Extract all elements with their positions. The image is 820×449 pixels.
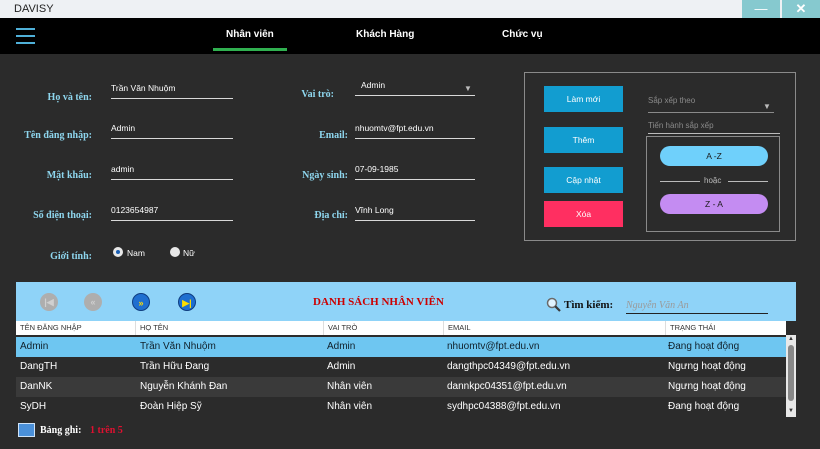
tab-employees[interactable]: Nhân viên <box>226 29 274 40</box>
password-field[interactable]: admin <box>111 162 233 180</box>
nav-bar: Nhân viên Khách Hàng Chức vụ <box>0 18 820 54</box>
table-header: TÊN ĐĂNG NHẬP HỌ TÊN VAI TRÒ EMAIL TRẠNG… <box>16 321 786 335</box>
active-tab-indicator <box>213 48 287 51</box>
gender-male-radio[interactable] <box>113 247 123 257</box>
cell-status: Ngưng hoạt động <box>668 381 746 392</box>
cell-status: Đang hoạt động <box>668 341 740 352</box>
column-header-role[interactable]: VAI TRÒ <box>324 321 444 335</box>
sort-by-dropdown[interactable]: Sắp xếp theo <box>648 96 774 113</box>
search-input[interactable] <box>626 297 768 314</box>
sort-by-placeholder: Sắp xếp theo <box>648 96 696 105</box>
first-page-icon[interactable]: |◀ <box>40 293 58 311</box>
column-header-fullname[interactable]: HỌ TÊN <box>136 321 324 335</box>
title-bar: DAVISY — ✕ <box>0 0 820 18</box>
gender-male-label: Nam <box>127 248 145 258</box>
cell-role: Admin <box>327 361 356 372</box>
column-header-status[interactable]: TRẠNG THÁI <box>666 321 786 335</box>
gender-female-label: Nữ <box>183 248 195 258</box>
sort-action-label: Tiến hành sắp xếp <box>648 121 780 134</box>
next-page-icon[interactable]: » <box>132 293 150 311</box>
add-button[interactable]: Thêm <box>544 127 623 153</box>
hamburger-menu-icon[interactable] <box>16 28 35 45</box>
table-row[interactable]: Admin Trần Văn Nhuộm Admin nhuomtv@fpt.e… <box>16 337 786 357</box>
address-label: Địa chỉ: <box>314 210 348 221</box>
app-title: DAVISY <box>14 3 54 15</box>
password-label: Mật khẩu: <box>46 170 92 181</box>
fullname-field[interactable]: Trần Văn Nhuộm <box>111 81 233 99</box>
username-label: Tên đăng nhập: <box>24 130 92 141</box>
cell-role: Nhân viên <box>327 381 373 392</box>
phone-field[interactable]: 0123654987 <box>111 203 233 221</box>
phone-label: Số điện thoại: <box>33 210 92 221</box>
refresh-button[interactable]: Làm mới <box>544 86 623 112</box>
employee-table: TÊN ĐĂNG NHẬP HỌ TÊN VAI TRÒ EMAIL TRẠNG… <box>16 321 796 417</box>
cell-email: sydhpc04388@fpt.edu.vn <box>447 401 561 412</box>
records-count: 1 trên 5 <box>90 425 123 436</box>
email-label: Email: <box>319 130 348 141</box>
address-field[interactable]: Vĩnh Long <box>355 203 475 221</box>
cell-email: dangthpc04349@fpt.edu.vn <box>447 361 571 372</box>
cell-username: SyDH <box>20 401 47 412</box>
prev-page-icon[interactable]: « <box>84 293 102 311</box>
scroll-down-icon[interactable]: ▼ <box>786 408 796 414</box>
cell-status: Đang hoạt động <box>668 401 740 412</box>
records-label: Bảng ghi: <box>40 425 82 436</box>
divider <box>660 181 700 182</box>
delete-button[interactable]: Xóa <box>544 201 623 227</box>
email-field[interactable]: nhuomtv@fpt.edu.vn <box>355 121 475 139</box>
scroll-up-icon[interactable]: ▲ <box>786 336 796 342</box>
cell-username: DanNK <box>20 381 53 392</box>
table-row[interactable]: SyDH Đoàn Hiệp Sỹ Nhân viên sydhpc04388@… <box>16 397 786 417</box>
table-row[interactable]: DangTH Trần Hữu Đang Admin dangthpc04349… <box>16 357 786 377</box>
table-scrollbar[interactable]: ▲ ▼ <box>786 335 796 417</box>
cell-fullname: Trần Văn Nhuộm <box>140 341 216 352</box>
search-label: Tìm kiếm: <box>564 299 614 311</box>
birthday-label: Ngày sinh: <box>302 170 348 181</box>
cell-fullname: Trần Hữu Đang <box>140 361 210 372</box>
cell-username: DangTH <box>20 361 58 372</box>
list-title: DANH SÁCH NHÂN VIÊN <box>313 296 444 308</box>
cell-username: Admin <box>20 341 49 352</box>
gender-label: Giới tính: <box>50 251 92 262</box>
fullname-label: Họ và tên: <box>47 92 92 103</box>
chevron-down-icon: ▼ <box>464 84 472 93</box>
sort-za-button[interactable]: Z - A <box>660 194 768 214</box>
cell-status: Ngưng hoạt động <box>668 361 746 372</box>
table-row[interactable]: DanNK Nguyễn Khánh Đan Nhân viên dannkpc… <box>16 377 786 397</box>
chevron-down-icon: ▼ <box>763 102 771 111</box>
gender-female-radio[interactable] <box>170 247 180 257</box>
close-button[interactable]: ✕ <box>782 0 820 18</box>
search-icon <box>546 297 561 312</box>
column-header-username[interactable]: TÊN ĐĂNG NHẬP <box>16 321 136 335</box>
divider <box>728 181 768 182</box>
cell-email: dannkpc04351@fpt.edu.vn <box>447 381 567 392</box>
records-icon <box>18 423 35 437</box>
or-label: hoặc <box>704 176 722 185</box>
minimize-button[interactable]: — <box>742 0 780 18</box>
scroll-thumb[interactable] <box>788 345 794 401</box>
sort-az-button[interactable]: A -Z <box>660 146 768 166</box>
cell-fullname: Đoàn Hiệp Sỹ <box>140 401 202 412</box>
username-field[interactable]: Admin <box>111 121 233 139</box>
tab-positions[interactable]: Chức vụ <box>502 29 543 40</box>
role-dropdown[interactable]: Admin <box>355 78 475 96</box>
last-page-icon[interactable]: ▶| <box>178 293 196 311</box>
role-label: Vai trò: <box>301 89 334 100</box>
cell-role: Admin <box>327 341 356 352</box>
cell-role: Nhân viên <box>327 401 373 412</box>
cell-email: nhuomtv@fpt.edu.vn <box>447 341 540 352</box>
column-header-email[interactable]: EMAIL <box>444 321 666 335</box>
cell-fullname: Nguyễn Khánh Đan <box>140 381 228 392</box>
birthday-field[interactable]: 07-09-1985 <box>355 162 475 180</box>
update-button[interactable]: Cập nhật <box>544 167 623 193</box>
tab-customers[interactable]: Khách Hàng <box>356 29 414 40</box>
role-value: Admin <box>361 80 386 90</box>
